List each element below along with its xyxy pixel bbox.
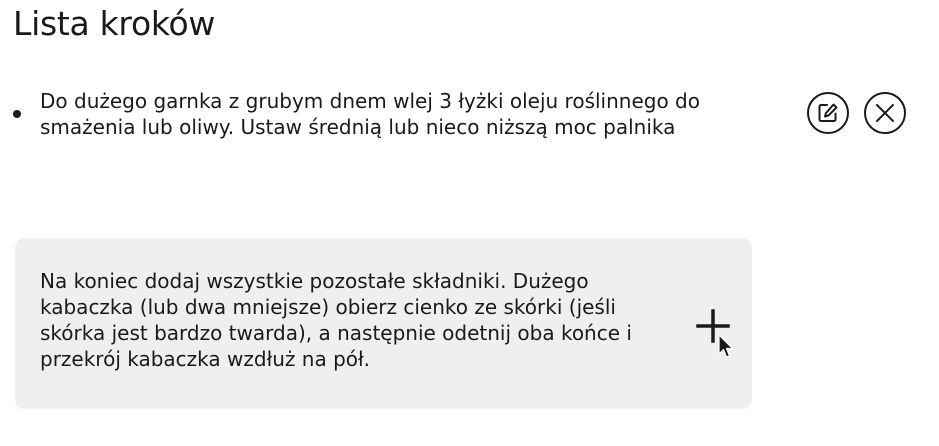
edit-icon xyxy=(807,92,849,134)
delete-step-button[interactable] xyxy=(863,91,907,135)
step-list-item: Do dużego garnka z grubym dnem wlej 3 ły… xyxy=(10,88,930,148)
bullet-icon xyxy=(13,110,21,118)
page: Lista kroków Do dużego garnka z grubym d… xyxy=(0,0,939,446)
close-icon xyxy=(864,92,906,134)
page-title: Lista kroków xyxy=(13,4,216,43)
new-step-text: Na koniec dodaj wszystkie pozostałe skła… xyxy=(40,269,632,371)
mouse-cursor-icon xyxy=(718,334,734,358)
new-step-card: Na koniec dodaj wszystkie pozostałe skła… xyxy=(15,238,752,409)
edit-step-button[interactable] xyxy=(806,91,850,135)
step-text: Do dużego garnka z grubym dnem wlej 3 ły… xyxy=(40,89,700,139)
